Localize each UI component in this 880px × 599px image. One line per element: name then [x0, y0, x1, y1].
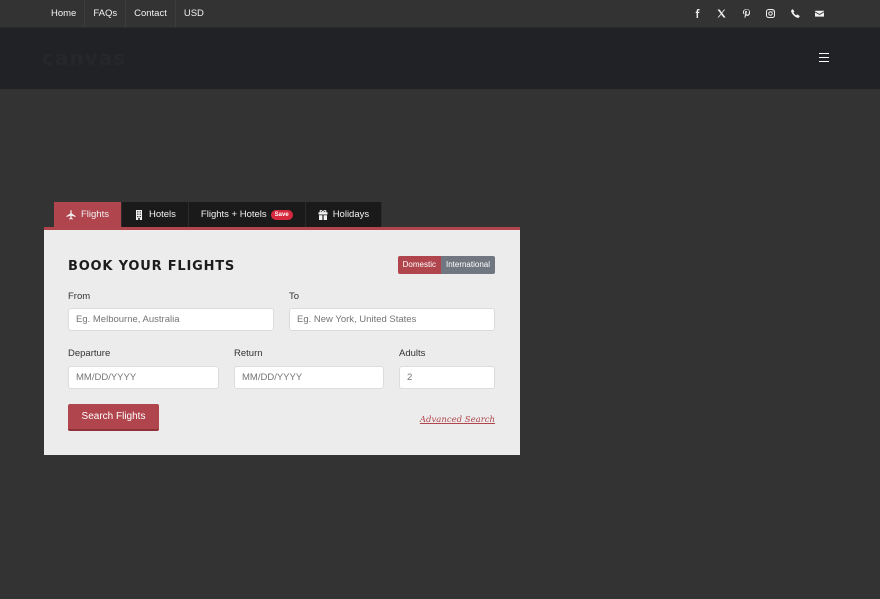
from-label: From	[68, 291, 91, 302]
gift-icon	[318, 209, 328, 220]
plane-icon	[66, 209, 76, 220]
instagram-icon[interactable]	[759, 0, 784, 27]
tab-hotels[interactable]: Hotels	[121, 202, 189, 227]
return-label: Return	[234, 348, 263, 359]
social-links	[685, 0, 832, 27]
tab-holidays-label: Holidays	[332, 209, 370, 220]
search-flights-button[interactable]: Search Flights	[68, 404, 159, 431]
email-icon[interactable]	[808, 0, 833, 27]
return-date-field[interactable]	[234, 366, 384, 389]
phone-icon[interactable]	[783, 0, 808, 27]
booking-title: BOOK YOUR FLIGHTS	[68, 259, 236, 274]
site-header: canvas	[0, 28, 880, 89]
departure-date-field[interactable]	[68, 366, 219, 389]
save-badge: Save	[270, 209, 293, 220]
top-bar: Home FAQs Contact USD	[0, 0, 880, 28]
advanced-search-link[interactable]: Advanced Search	[420, 415, 495, 425]
to-field[interactable]	[289, 308, 495, 331]
from-field[interactable]	[68, 308, 274, 331]
tab-flights-label: Flights	[81, 209, 109, 220]
nav-contact-link[interactable]: Contact	[126, 0, 176, 27]
building-icon	[135, 209, 142, 220]
booking-tabs: Flights Hotels Flights + Hotels Save Hol…	[54, 202, 383, 227]
flight-booking-panel: BOOK YOUR FLIGHTS Domestic International…	[44, 227, 520, 455]
tab-hotels-label: Hotels	[148, 209, 176, 220]
site-logo[interactable]: canvas	[42, 46, 126, 70]
nav-faqs-link[interactable]: FAQs	[85, 0, 127, 27]
trip-type-toggle: Domestic International	[397, 256, 495, 274]
nav-home-link[interactable]: Home	[43, 0, 86, 27]
x-icon[interactable]	[710, 0, 735, 27]
facebook-icon[interactable]	[685, 0, 710, 27]
tab-flights-hotels[interactable]: Flights + Hotels Save	[188, 202, 306, 227]
departure-label: Departure	[68, 348, 111, 359]
top-nav: Home FAQs Contact USD	[43, 0, 212, 27]
international-option[interactable]: International	[440, 256, 495, 274]
tab-holidays[interactable]: Holidays	[305, 202, 383, 227]
adults-label: Adults	[399, 348, 426, 359]
tab-flights-hotels-label: Flights + Hotels	[200, 209, 267, 220]
to-label: To	[289, 291, 300, 302]
domestic-option[interactable]: Domestic	[397, 256, 441, 274]
tab-flights[interactable]: Flights	[54, 202, 122, 227]
currency-selector[interactable]: USD	[176, 0, 212, 27]
menu-hamburger-icon[interactable]	[819, 53, 829, 62]
pinterest-icon[interactable]	[734, 0, 759, 27]
adults-field[interactable]	[399, 366, 495, 389]
